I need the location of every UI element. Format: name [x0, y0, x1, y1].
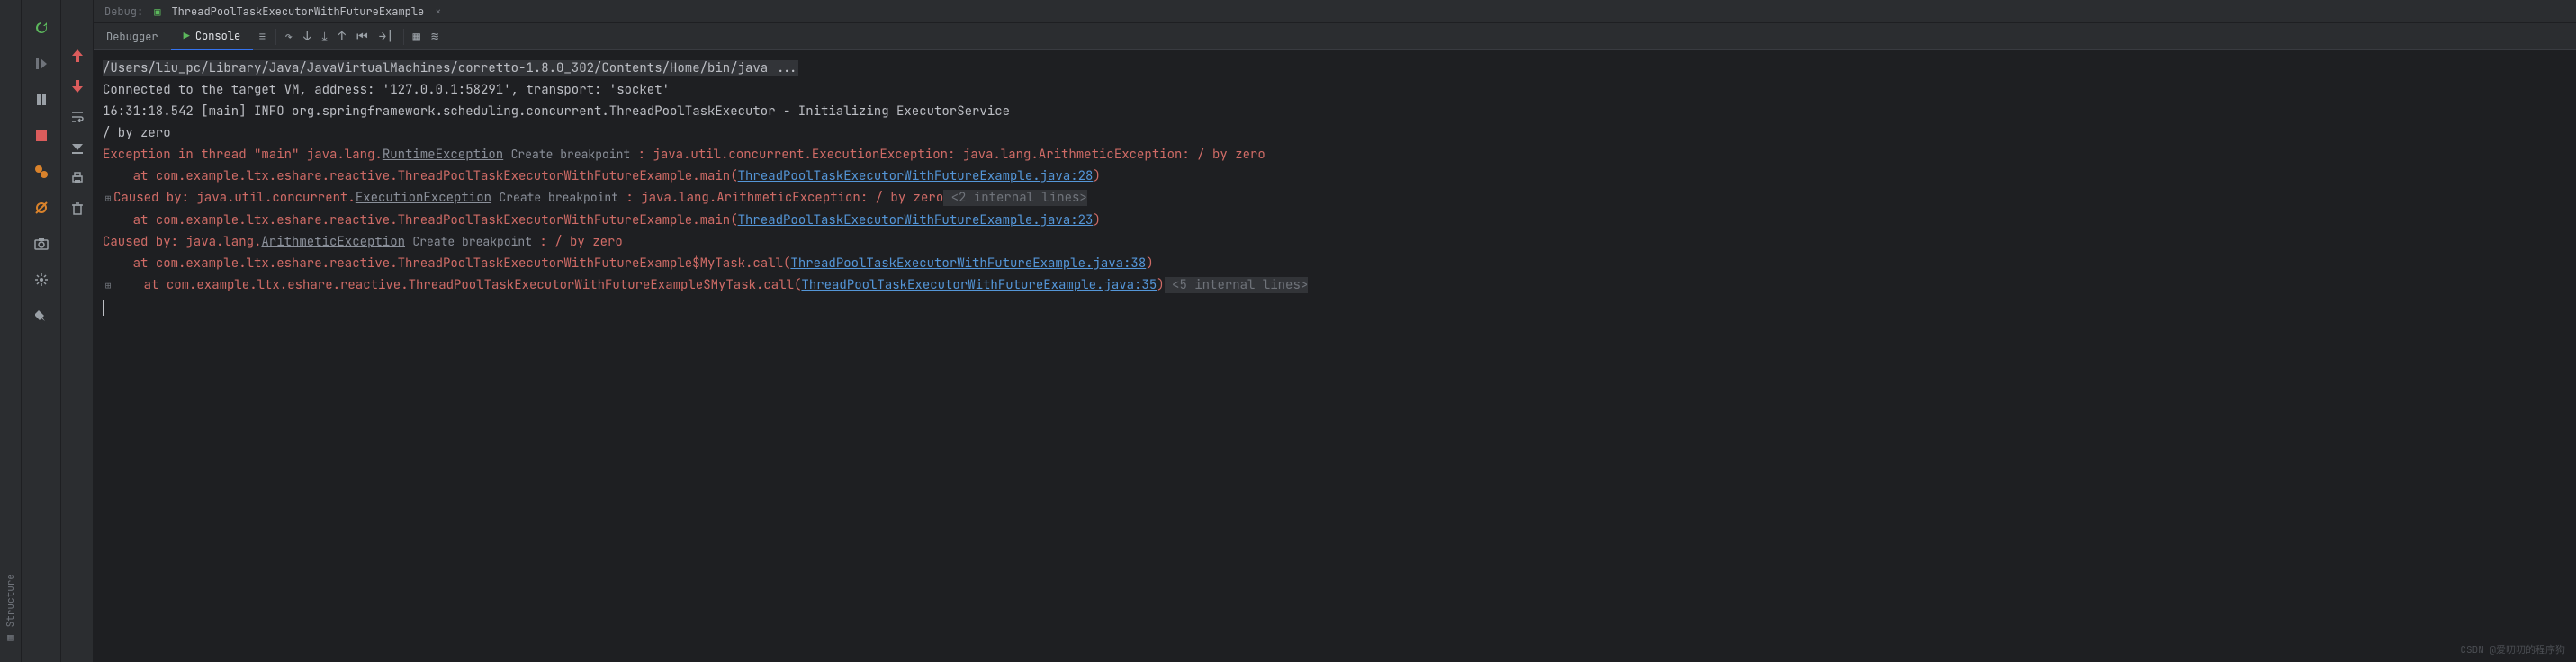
tab-console[interactable]: ▶ Console — [171, 23, 254, 50]
rerun-icon[interactable] — [32, 18, 51, 38]
console-byzero: / by zero — [103, 125, 171, 141]
caret — [103, 300, 104, 316]
tab-console-label: Console — [195, 29, 240, 43]
source-link[interactable]: ThreadPoolTaskExecutorWithFutureExample.… — [790, 255, 1146, 272]
force-step-into-icon[interactable]: ⤓ — [316, 25, 332, 49]
step-into-icon[interactable]: ↓ — [298, 25, 316, 49]
source-link[interactable]: ThreadPoolTaskExecutorWithFutureExample.… — [738, 212, 1094, 228]
exception-msg: : java.util.concurrent.ExecutionExceptio… — [630, 147, 1265, 163]
stop-icon[interactable] — [32, 126, 51, 146]
mute-breakpoints-icon[interactable] — [32, 198, 51, 218]
evaluate-icon[interactable]: ▦ — [408, 25, 426, 49]
exception-class-link[interactable]: ArithmeticException — [261, 234, 405, 250]
camera-icon[interactable] — [32, 234, 51, 254]
pause-icon[interactable] — [32, 90, 51, 110]
caused-by-msg: : / by zero — [532, 234, 623, 250]
tab-debugger[interactable]: Debugger — [94, 24, 171, 49]
debug-session-bar: Debug: ▣ ThreadPoolTaskExecutorWithFutur… — [94, 0, 2576, 23]
create-breakpoint-hint[interactable]: Create breakpoint — [499, 190, 618, 205]
console-left-toolbar — [61, 0, 94, 662]
fold-icon[interactable]: ⊞ — [103, 275, 113, 297]
stack-at: at — [113, 277, 167, 293]
source-link[interactable]: ThreadPoolTaskExecutorWithFutureExample.… — [801, 277, 1157, 293]
structure-tool-window-button[interactable]: ▦ Structure — [5, 574, 17, 644]
resume-icon[interactable] — [32, 54, 51, 74]
console-log-line: 16:31:18.542 [main] INFO org.springframe… — [103, 103, 1010, 120]
step-over-icon[interactable]: ↷ — [280, 25, 298, 49]
structure-label: Structure — [5, 574, 17, 627]
separator — [403, 29, 404, 45]
settings-icon[interactable] — [32, 270, 51, 290]
internal-lines-fold[interactable]: <5 internal lines> — [1165, 277, 1309, 293]
exception-class-link[interactable]: ExecutionException — [356, 190, 491, 206]
caused-by-prefix: Caused by: java.lang. — [103, 234, 261, 250]
up-stack-icon[interactable] — [68, 47, 86, 65]
internal-lines-fold[interactable]: <2 internal lines> — [943, 190, 1087, 206]
structure-icon: ▦ — [5, 632, 17, 644]
console-output[interactable]: /Users/liu_pc/Library/Java/JavaVirtualMa… — [94, 50, 2576, 662]
console-connected: Connected to the target VM, address: '12… — [103, 82, 670, 98]
stack-at: at — [103, 168, 156, 184]
exception-prefix: Exception in thread "main" java.lang. — [103, 147, 383, 163]
caused-by-msg: : java.lang.ArithmeticException: / by ze… — [618, 190, 943, 206]
clear-icon[interactable] — [68, 200, 86, 218]
main-panel: Debug: ▣ ThreadPoolTaskExecutorWithFutur… — [94, 0, 2576, 662]
stack-frame: com.example.ltx.eshare.reactive.ThreadPo… — [156, 168, 738, 184]
run-to-cursor-icon[interactable]: →| — [374, 25, 400, 49]
run-config-name: ThreadPoolTaskExecutorWithFutureExample — [171, 4, 424, 19]
fold-icon[interactable]: ⊞ — [103, 188, 113, 210]
down-stack-icon[interactable] — [68, 77, 86, 95]
print-icon[interactable] — [68, 169, 86, 187]
stack-at: at — [103, 255, 156, 272]
threads-icon[interactable]: ≡ — [253, 25, 271, 49]
create-breakpoint-hint[interactable]: Create breakpoint — [511, 147, 631, 162]
soft-wrap-icon[interactable] — [68, 108, 86, 126]
far-left-gutter: ▦ Structure — [0, 0, 22, 662]
view-breakpoints-icon[interactable] — [32, 162, 51, 182]
stack-frame: com.example.ltx.eshare.reactive.ThreadPo… — [156, 255, 791, 272]
close-tab-icon[interactable]: × — [435, 4, 441, 19]
drop-frame-icon[interactable]: ⏮ — [351, 25, 374, 49]
stack-frame: com.example.ltx.eshare.reactive.ThreadPo… — [167, 277, 802, 293]
scroll-to-end-icon[interactable] — [68, 139, 86, 157]
debug-left-toolbar — [22, 0, 61, 662]
caused-by-prefix: Caused by: java.util.concurrent. — [113, 190, 356, 206]
step-out-icon[interactable]: ↑ — [333, 25, 351, 49]
stack-at: at — [103, 212, 156, 228]
exception-class-link[interactable]: RuntimeException — [383, 147, 503, 163]
stack-frame: com.example.ltx.eshare.reactive.ThreadPo… — [156, 212, 738, 228]
run-config-icon: ▣ — [154, 4, 160, 19]
pin-icon[interactable] — [32, 306, 51, 326]
trace-icon[interactable]: ≋ — [426, 25, 444, 49]
console-run-icon: ▶ — [184, 29, 190, 43]
source-link[interactable]: ThreadPoolTaskExecutorWithFutureExample.… — [738, 168, 1094, 184]
debug-label: Debug: — [104, 4, 143, 19]
console-cmd: /Users/liu_pc/Library/Java/JavaVirtualMa… — [103, 60, 798, 76]
create-breakpoint-hint[interactable]: Create breakpoint — [412, 234, 532, 249]
tab-debugger-label: Debugger — [106, 30, 158, 44]
watermark: CSDN @爱叨叨的程序狗 — [2460, 642, 2565, 657]
debug-tabs: Debugger ▶ Console ≡ ↷ ↓ ⤓ ↑ ⏮ →| ▦ ≋ — [94, 23, 2576, 50]
separator — [275, 29, 276, 45]
